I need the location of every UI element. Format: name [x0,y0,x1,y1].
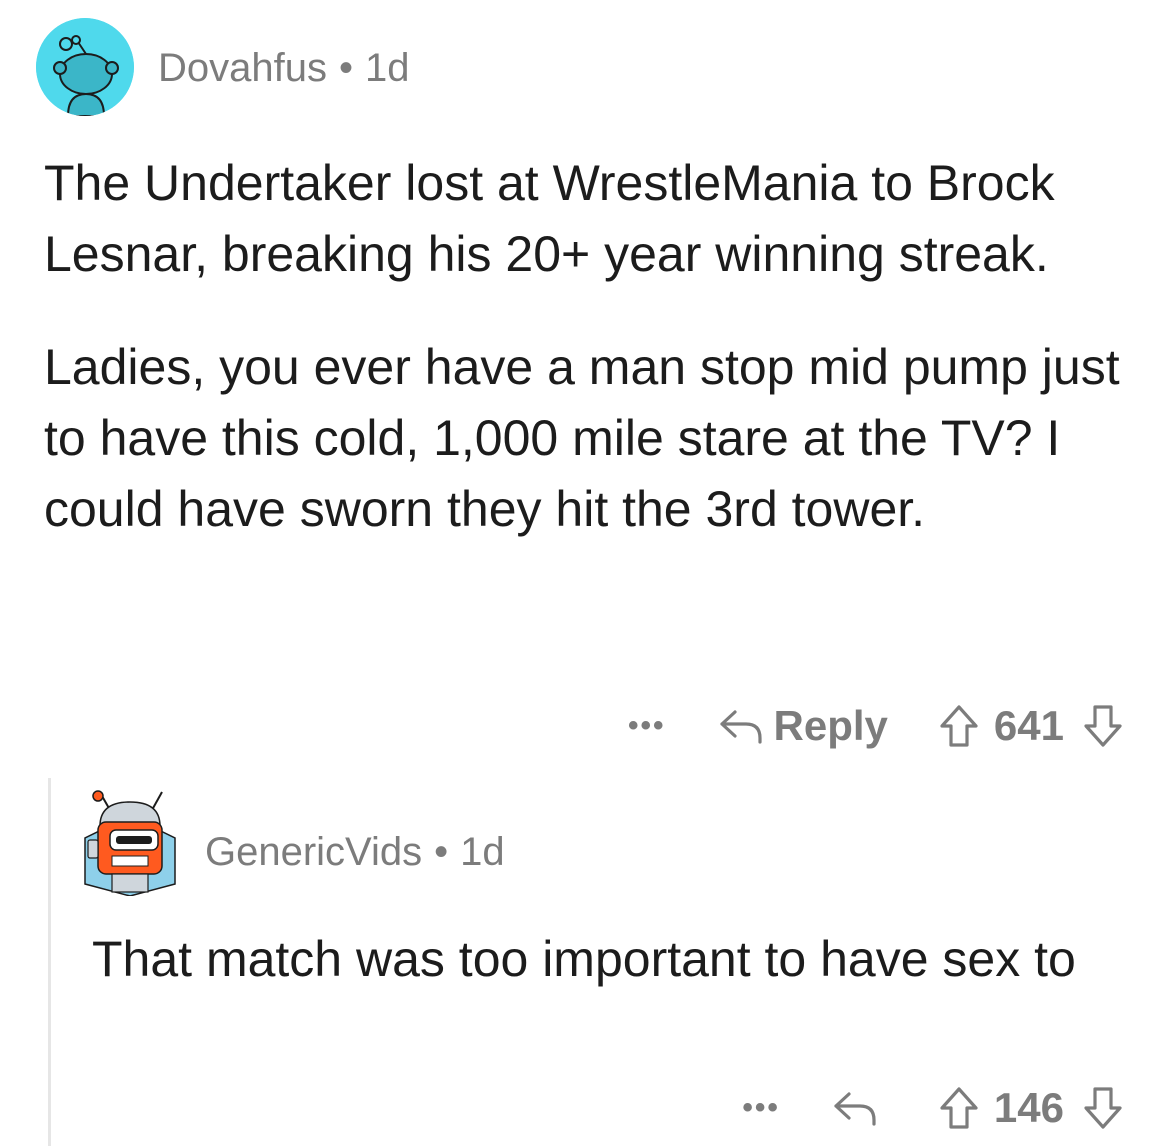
reply-button[interactable] [832,1088,888,1128]
meta-separator: • [338,46,353,90]
vote-score: 641 [993,702,1064,749]
comment-thread: Dovahfus • 1d The Undertaker lost at Wrest… [0,0,1170,1146]
avatar[interactable] [80,786,180,897]
reply-arrow-icon [834,1092,876,1126]
comment-actions: ••• 146 [742,1078,1124,1138]
username[interactable]: GenericVids [205,830,422,874]
snoo-avatar-icon [36,18,134,116]
comment-age: 1d [365,46,410,90]
comment-age: 1d [460,830,505,874]
upvote-arrow-icon[interactable] [938,1086,980,1130]
downvote-arrow-icon[interactable] [1082,1086,1124,1130]
thread-line[interactable] [48,778,51,1146]
more-options-button[interactable]: ••• [628,709,666,743]
comment-paragraph: The Undertaker lost at WrestleMania to B… [44,155,1055,282]
upvote-arrow-icon[interactable] [938,704,980,748]
vote-controls: 641 [938,702,1124,750]
meta-separator: • [434,830,449,874]
comment-paragraph: That match was too important to have sex… [92,931,1076,987]
reply-button[interactable]: Reply [718,702,888,750]
robot-avatar-icon [84,790,176,897]
username[interactable]: Dovahfus [158,46,327,90]
reply-arrow-icon [719,710,762,744]
vote-score: 146 [993,1084,1064,1131]
comment-body: That match was too important to have sex… [92,924,1132,995]
comment-actions: ••• Reply 641 [628,696,1124,756]
downvote-arrow-icon[interactable] [1082,704,1124,748]
more-options-button[interactable]: ••• [742,1091,780,1125]
reply-label: Reply [773,702,888,749]
comment-body: The Undertaker lost at WrestleMania to B… [44,148,1134,545]
comment-meta: GenericVids • 1d [205,828,505,876]
comment-paragraph: Ladies, you ever have a man stop mid pum… [44,339,1120,537]
avatar[interactable] [36,18,134,116]
vote-controls: 146 [938,1084,1124,1132]
comment-meta: Dovahfus • 1d [158,44,410,92]
